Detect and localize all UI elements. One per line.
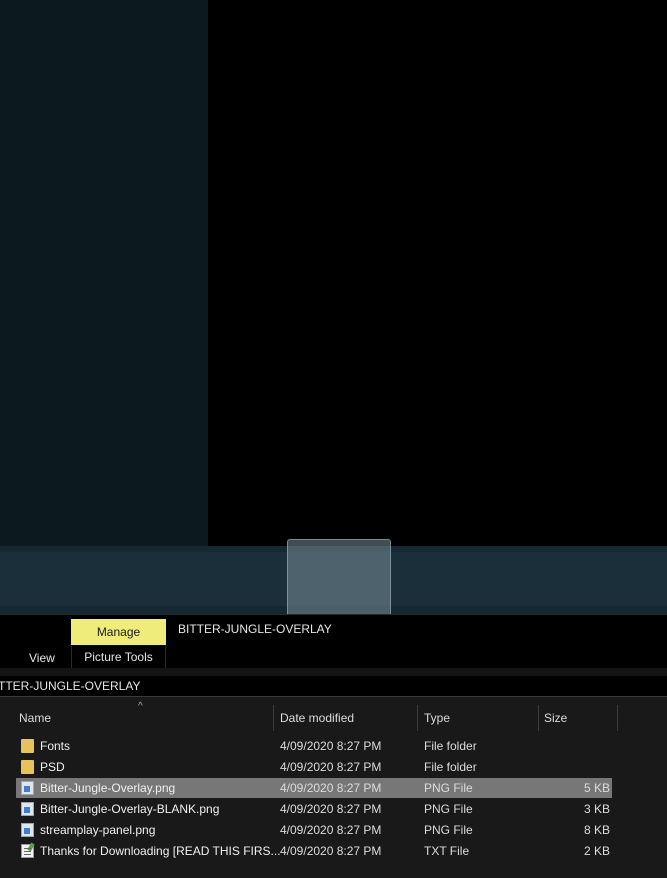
txt-file-icon bbox=[21, 844, 34, 858]
file-date: 4/09/2020 8:27 PM bbox=[280, 781, 382, 795]
file-size: 2 KB bbox=[583, 844, 610, 858]
file-date: 4/09/2020 8:27 PM bbox=[280, 844, 382, 858]
file-name: Bitter-Jungle-Overlay.png bbox=[40, 781, 176, 795]
png-file-icon bbox=[21, 781, 34, 795]
file-name: Bitter-Jungle-Overlay-BLANK.png bbox=[40, 802, 220, 816]
ribbon-divider bbox=[0, 668, 667, 676]
tab-picture-tools[interactable]: Picture Tools bbox=[71, 646, 166, 668]
column-header-size[interactable]: Size bbox=[544, 711, 567, 725]
file-type: PNG File bbox=[424, 802, 473, 816]
breadcrumb[interactable]: TTER-JUNGLE-OVERLAY bbox=[0, 676, 667, 697]
file-name: streamplay-panel.png bbox=[40, 823, 156, 837]
file-name: Fonts bbox=[40, 739, 71, 753]
tab-manage[interactable]: Manage bbox=[71, 619, 166, 645]
file-size: 8 KB bbox=[583, 823, 610, 837]
file-row[interactable]: PSD 4/09/2020 8:27 PM File folder bbox=[16, 757, 612, 777]
file-date: 4/09/2020 8:27 PM bbox=[280, 760, 382, 774]
file-date: 4/09/2020 8:27 PM bbox=[280, 823, 382, 837]
file-date: 4/09/2020 8:27 PM bbox=[280, 802, 382, 816]
column-header-date[interactable]: Date modified bbox=[280, 711, 354, 725]
file-list: ^ Name Date modified Type Size Fonts 4/0… bbox=[0, 701, 667, 878]
column-divider[interactable] bbox=[617, 705, 618, 731]
tab-view[interactable]: View bbox=[29, 651, 55, 665]
preview-left-panel bbox=[0, 0, 208, 546]
file-type: File folder bbox=[424, 760, 477, 774]
file-type: TXT File bbox=[424, 844, 470, 858]
file-row[interactable]: Fonts 4/09/2020 8:27 PM File folder bbox=[16, 736, 612, 756]
sort-ascending-icon: ^ bbox=[138, 701, 143, 712]
column-header-name[interactable]: Name bbox=[19, 711, 51, 725]
file-row-selected[interactable]: Bitter-Jungle-Overlay.png 4/09/2020 8:27… bbox=[16, 778, 612, 798]
image-preview-area bbox=[208, 0, 667, 546]
file-type: File folder bbox=[424, 739, 477, 753]
file-size: 3 KB bbox=[583, 802, 610, 816]
file-row[interactable]: streamplay-panel.png 4/09/2020 8:27 PM P… bbox=[16, 820, 612, 840]
folder-icon bbox=[21, 760, 34, 774]
file-row[interactable]: Bitter-Jungle-Overlay-BLANK.png 4/09/202… bbox=[16, 799, 612, 819]
file-type: PNG File bbox=[424, 823, 473, 837]
window-title: BITTER-JUNGLE-OVERLAY bbox=[178, 622, 332, 636]
file-row[interactable]: Thanks for Downloading [READ THIS FIRS..… bbox=[16, 841, 612, 861]
file-name: Thanks for Downloading [READ THIS FIRS..… bbox=[40, 844, 281, 858]
breadcrumb-path[interactable]: TTER-JUNGLE-OVERLAY bbox=[0, 679, 140, 693]
column-header-type[interactable]: Type bbox=[424, 711, 450, 725]
png-file-icon bbox=[21, 802, 34, 816]
file-name: PSD bbox=[40, 760, 65, 774]
file-size: 5 KB bbox=[583, 781, 610, 795]
file-type: PNG File bbox=[424, 781, 473, 795]
column-divider[interactable] bbox=[538, 705, 539, 731]
list-spacer bbox=[0, 697, 667, 705]
png-file-icon bbox=[21, 823, 34, 837]
column-divider[interactable] bbox=[273, 705, 274, 731]
folder-icon bbox=[21, 739, 34, 753]
column-divider[interactable] bbox=[417, 705, 418, 731]
file-date: 4/09/2020 8:27 PM bbox=[280, 739, 382, 753]
